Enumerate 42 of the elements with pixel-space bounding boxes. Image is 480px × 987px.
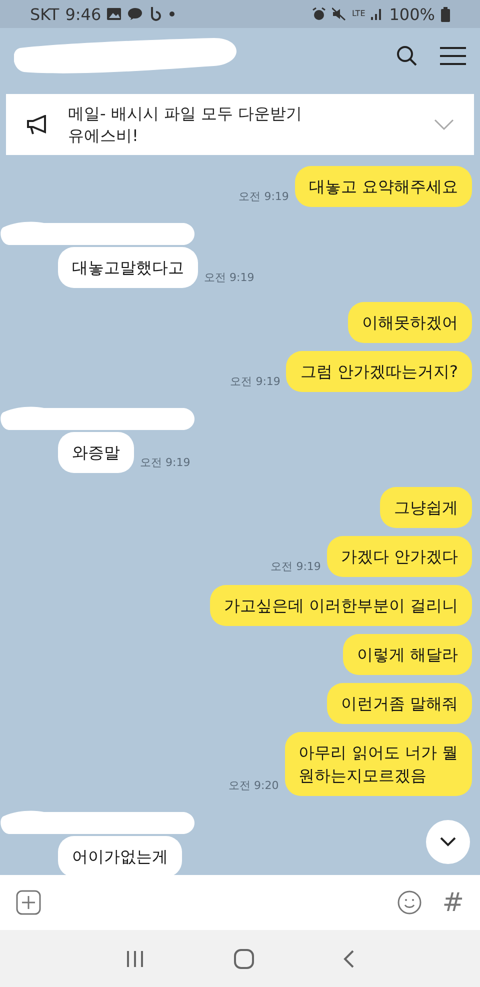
notice-text: 메일- 배시시 파일 모두 다운받기 유에스비! bbox=[68, 102, 304, 146]
signal-icon bbox=[371, 8, 384, 20]
notice-bar[interactable]: 메일- 배시시 파일 모두 다운받기 유에스비! bbox=[6, 94, 474, 155]
message-time: 오전 9:19 bbox=[230, 374, 280, 389]
message-time: 오전 9:20 bbox=[228, 778, 279, 793]
message-time: 오전 9:19 bbox=[140, 455, 190, 470]
message-time: 오전 9:19 bbox=[238, 189, 289, 204]
back-icon[interactable] bbox=[343, 950, 356, 968]
message-time: 오전 9:19 bbox=[270, 559, 321, 574]
clock-time: 9:46 bbox=[65, 4, 102, 24]
message-bubble: 와증말 bbox=[58, 432, 134, 473]
message-bubble: 대놓고말했다고 bbox=[58, 247, 198, 288]
search-icon[interactable] bbox=[396, 45, 418, 67]
message-time: 오전 9:19 bbox=[204, 270, 254, 285]
message-bubble: 그냥쉽게 bbox=[380, 487, 472, 528]
battery-percent: 100% bbox=[389, 4, 435, 24]
message-bubble: 이렇게 해달라 bbox=[342, 634, 472, 675]
home-icon[interactable] bbox=[234, 948, 254, 968]
notification-dot-icon bbox=[169, 11, 176, 17]
image-icon bbox=[107, 8, 122, 20]
message-bubble: 이해못하겠어 bbox=[348, 302, 472, 343]
carrier-name: SKT bbox=[30, 4, 60, 24]
mute-icon bbox=[332, 7, 346, 21]
alarm-icon bbox=[312, 7, 326, 21]
message-bubble: 어이가없는게 bbox=[58, 836, 182, 875]
message-bubble: 대놓고 요약해주세요 bbox=[294, 166, 472, 207]
chevron-down-icon bbox=[440, 837, 456, 847]
menu-icon[interactable] bbox=[440, 46, 466, 66]
hashtag-button[interactable]: # bbox=[442, 888, 464, 918]
network-label: LTE bbox=[352, 10, 366, 18]
battery-icon bbox=[441, 6, 450, 22]
emoji-icon[interactable] bbox=[397, 890, 422, 915]
message-bubble: 그럼 안가겠따는거지? bbox=[286, 351, 472, 392]
app-icon bbox=[149, 6, 164, 22]
megaphone-icon bbox=[26, 114, 48, 134]
add-icon[interactable] bbox=[16, 890, 41, 915]
message-bubble: 이런거좀 말해줘 bbox=[326, 683, 472, 724]
chat-icon bbox=[127, 7, 144, 21]
message-bubble: 가고싶은데 이러한부분이 걸리니 bbox=[210, 585, 472, 626]
message-bubble: 가겠다 안가겠다 bbox=[326, 536, 472, 577]
recent-apps-icon[interactable] bbox=[124, 950, 145, 968]
message-bubble: 아무리 읽어도 너가 뭘 원하는지모르겠음 bbox=[284, 732, 472, 796]
